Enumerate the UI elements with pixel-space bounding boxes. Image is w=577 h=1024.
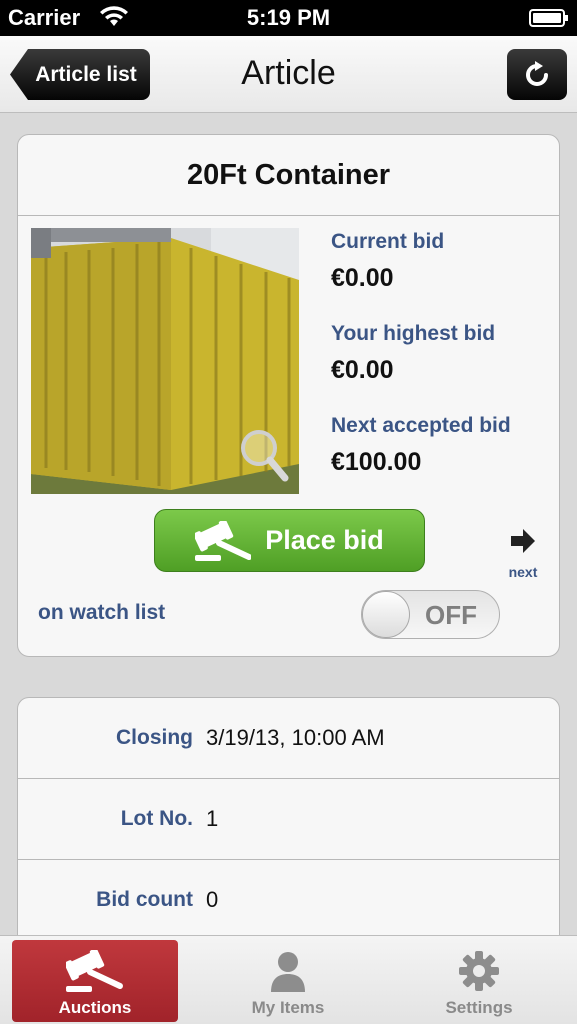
arrow-right-icon [511, 529, 535, 553]
toggle-state-label: OFF [425, 600, 477, 630]
battery-icon [529, 9, 568, 27]
tab-auctions[interactable]: Auctions [12, 940, 178, 1022]
watch-list-toggle[interactable]: OFF [361, 590, 500, 639]
bid-count-value: 0 [206, 887, 219, 912]
lot-no-label: Lot No. [120, 807, 193, 830]
detail-row-closing: Closing 3/19/13, 10:00 AM [18, 698, 559, 779]
your-highest-bid-label: Your highest bid [331, 322, 496, 345]
refresh-icon [526, 60, 548, 86]
lot-no-value: 1 [206, 806, 219, 831]
place-bid-button[interactable]: Place bid [154, 509, 425, 572]
bid-count-label: Bid count [96, 888, 193, 911]
watch-list-label: on watch list [38, 601, 166, 624]
next-accepted-bid-value: €100.00 [331, 448, 422, 476]
next-accepted-bid-label: Next accepted bid [331, 414, 511, 437]
person-icon [271, 952, 305, 992]
closing-value: 3/19/13, 10:00 AM [206, 725, 385, 750]
tab-settings[interactable]: Settings [396, 940, 562, 1022]
article-image[interactable] [31, 228, 299, 494]
toggle-knob [362, 591, 410, 638]
your-highest-bid-value: €0.00 [331, 356, 394, 384]
closing-label: Closing [116, 726, 193, 749]
detail-row-lot-no: Lot No. 1 [18, 779, 559, 860]
status-bar: Carrier 5:19 PM [0, 0, 577, 36]
gear-icon [459, 951, 499, 991]
next-button[interactable]: next [505, 527, 541, 580]
place-bid-label: Place bid [265, 525, 384, 555]
details-card: Closing 3/19/13, 10:00 AM Lot No. 1 Bid … [17, 697, 560, 947]
page-title: Article [241, 54, 336, 92]
magnifier-icon [241, 430, 289, 482]
tab-my-items-label: My Items [251, 998, 325, 1017]
tab-my-items[interactable]: My Items [205, 940, 371, 1022]
current-bid-label: Current bid [331, 230, 445, 253]
tab-bar: Auctions My Items Settings [0, 935, 577, 1024]
next-label: next [508, 564, 538, 580]
bid-info: Current bid €0.00 Your highest bid €0.00… [331, 230, 551, 506]
tab-auctions-label: Auctions [58, 998, 132, 1017]
article-title: 20Ft Container [18, 135, 559, 216]
detail-row-bid-count: Bid count 0 [18, 860, 559, 941]
article-card: 20Ft Container Current bid €0.00 Your hi… [17, 134, 560, 657]
tab-settings-label: Settings [445, 998, 513, 1017]
status-time: 5:19 PM [246, 5, 331, 30]
navigation-bar: Article list Article [0, 36, 577, 113]
gavel-icon [195, 520, 252, 561]
gavel-icon [66, 950, 123, 992]
refresh-button[interactable] [507, 49, 567, 100]
current-bid-value: €0.00 [331, 264, 394, 292]
